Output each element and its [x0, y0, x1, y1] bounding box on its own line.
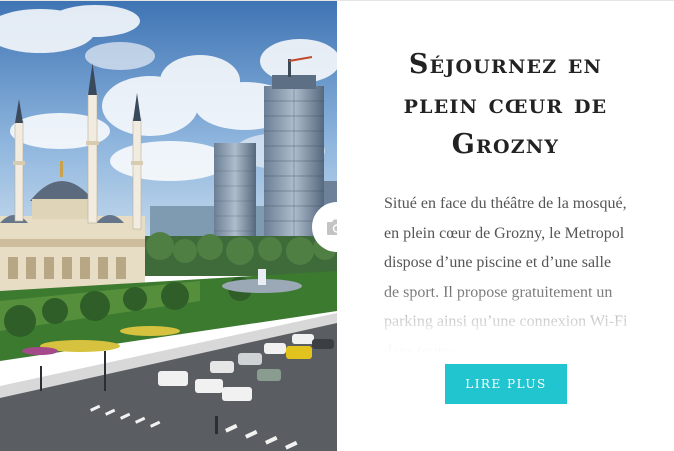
hotel-card: Séjournez en plein cœur de Grozny Situé …	[0, 0, 674, 451]
description-text: Situé en face du théâtre de la mosqué, e…	[384, 195, 628, 355]
read-more-button[interactable]: LIRE PLUS	[445, 364, 567, 404]
city-photo[interactable]	[0, 1, 337, 451]
hotel-info-panel: Séjournez en plein cœur de Grozny Situé …	[337, 1, 674, 451]
card-description: Situé en face du théâtre de la mosqué, e…	[384, 189, 629, 355]
camera-icon	[326, 218, 337, 236]
card-title: Séjournez en plein cœur de Grozny	[403, 49, 608, 160]
